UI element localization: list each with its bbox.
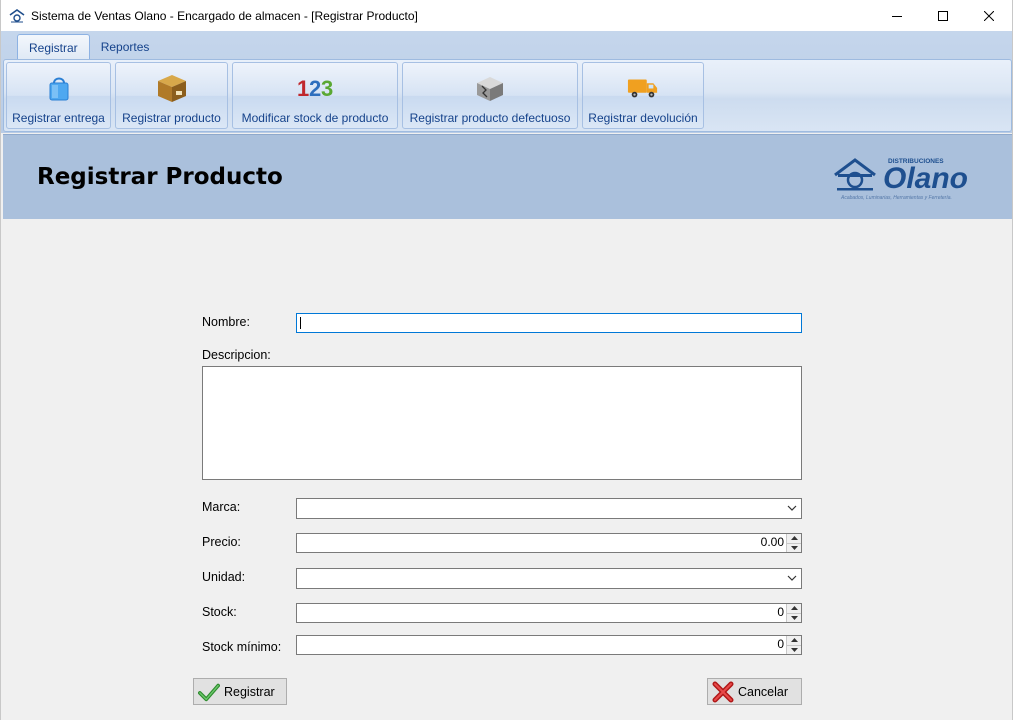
descripcion-label: Descripcion: [202,348,271,362]
text-caret [300,317,301,329]
shopping-bag-icon [43,72,75,104]
page-title: Registrar Producto [37,164,283,190]
tab-registrar[interactable]: Registrar [17,34,90,60]
svg-text:2: 2 [309,76,321,101]
numbers-123-icon: 1 2 3 [295,72,335,104]
ribbon: Registrar Reportes Registrar entrega Reg… [1,31,1012,133]
spin-down-button[interactable] [787,544,801,553]
damaged-box-icon [474,72,506,104]
red-x-icon [712,681,734,703]
registrar-button-label: Registrar [224,684,275,699]
registrar-devolucion-label: Registrar devolución [588,111,698,125]
caret-down-icon [790,545,798,550]
minimize-icon [892,15,902,17]
precio-label: Precio: [202,535,241,549]
registrar-devolucion-button[interactable]: Registrar devolución [582,62,704,129]
cancelar-button[interactable]: Cancelar [707,678,802,705]
ribbon-tabs: Registrar Reportes [17,34,160,60]
close-button[interactable] [966,0,1012,31]
caret-down-icon [790,647,798,652]
stock-value: 0 [777,605,784,619]
maximize-button[interactable] [920,0,966,31]
caret-up-icon [790,638,798,643]
svg-text:Olano: Olano [883,162,968,195]
minimize-button[interactable] [874,0,920,31]
delivery-truck-icon [627,72,659,104]
precio-spin [786,534,801,552]
registrar-defectuoso-label: Registrar producto defectuoso [409,111,571,125]
nombre-field[interactable] [296,313,802,333]
stock-stepper[interactable]: 0 [296,603,802,623]
modificar-stock-label: Modificar stock de producto [241,111,389,125]
stock-minimo-value: 0 [777,637,784,651]
company-logo: DISTRIBUCIONES Olano Acabados, Luminaria… [833,155,983,203]
registrar-defectuoso-button[interactable]: Registrar producto defectuoso [402,62,578,129]
ribbon-panel: Registrar entrega Registrar producto 1 2… [3,59,1012,132]
unidad-select[interactable] [296,568,802,589]
maximize-icon [938,10,948,21]
stock-minimo-label: Stock mínimo: [202,640,282,654]
modificar-stock-button[interactable]: 1 2 3 Modificar stock de producto [232,62,398,129]
chevron-down-icon [787,575,797,581]
stock-minimo-stepper[interactable]: 0 [296,635,802,655]
cancelar-button-label: Cancelar [738,684,789,699]
nombre-label: Nombre: [202,315,250,329]
spin-up-button[interactable] [787,534,801,544]
unidad-label: Unidad: [202,570,246,584]
tab-reportes[interactable]: Reportes [90,34,161,60]
registrar-entrega-button[interactable]: Registrar entrega [6,62,111,129]
caret-down-icon [790,615,798,620]
close-icon [984,10,994,21]
chevron-down-icon [787,505,797,511]
precio-value: 0.00 [760,535,784,549]
marca-select[interactable] [296,498,802,519]
title-bar: Sistema de Ventas Olano - Encargado de a… [1,0,1012,31]
stock-minimo-spin [786,636,801,654]
page-header: Registrar Producto DISTRIBUCIONES Olano … [3,134,1012,219]
caret-up-icon [790,606,798,611]
spin-up-button[interactable] [787,604,801,614]
registrar-entrega-label: Registrar entrega [12,111,105,125]
stock-spin [786,604,801,622]
spin-down-button[interactable] [787,646,801,655]
caret-up-icon [790,536,798,541]
registrar-producto-button[interactable]: Registrar producto [115,62,228,129]
box-icon [156,72,188,104]
descripcion-textarea[interactable] [202,366,802,480]
app-window: Sistema de Ventas Olano - Encargado de a… [0,0,1013,720]
spin-down-button[interactable] [787,614,801,623]
stock-label: Stock: [202,605,237,619]
registrar-button[interactable]: Registrar [193,678,287,705]
app-icon [9,8,25,24]
spin-up-button[interactable] [787,636,801,646]
marca-label: Marca: [202,500,241,514]
svg-text:Acabados, Luminarias, Herramie: Acabados, Luminarias, Herramientas y Fer… [840,195,952,201]
svg-text:1: 1 [297,76,309,101]
registrar-producto-label: Registrar producto [122,111,221,125]
checkmark-icon [198,681,220,703]
window-title: Sistema de Ventas Olano - Encargado de a… [31,8,418,23]
svg-text:3: 3 [321,76,333,101]
precio-stepper[interactable]: 0.00 [296,533,802,553]
